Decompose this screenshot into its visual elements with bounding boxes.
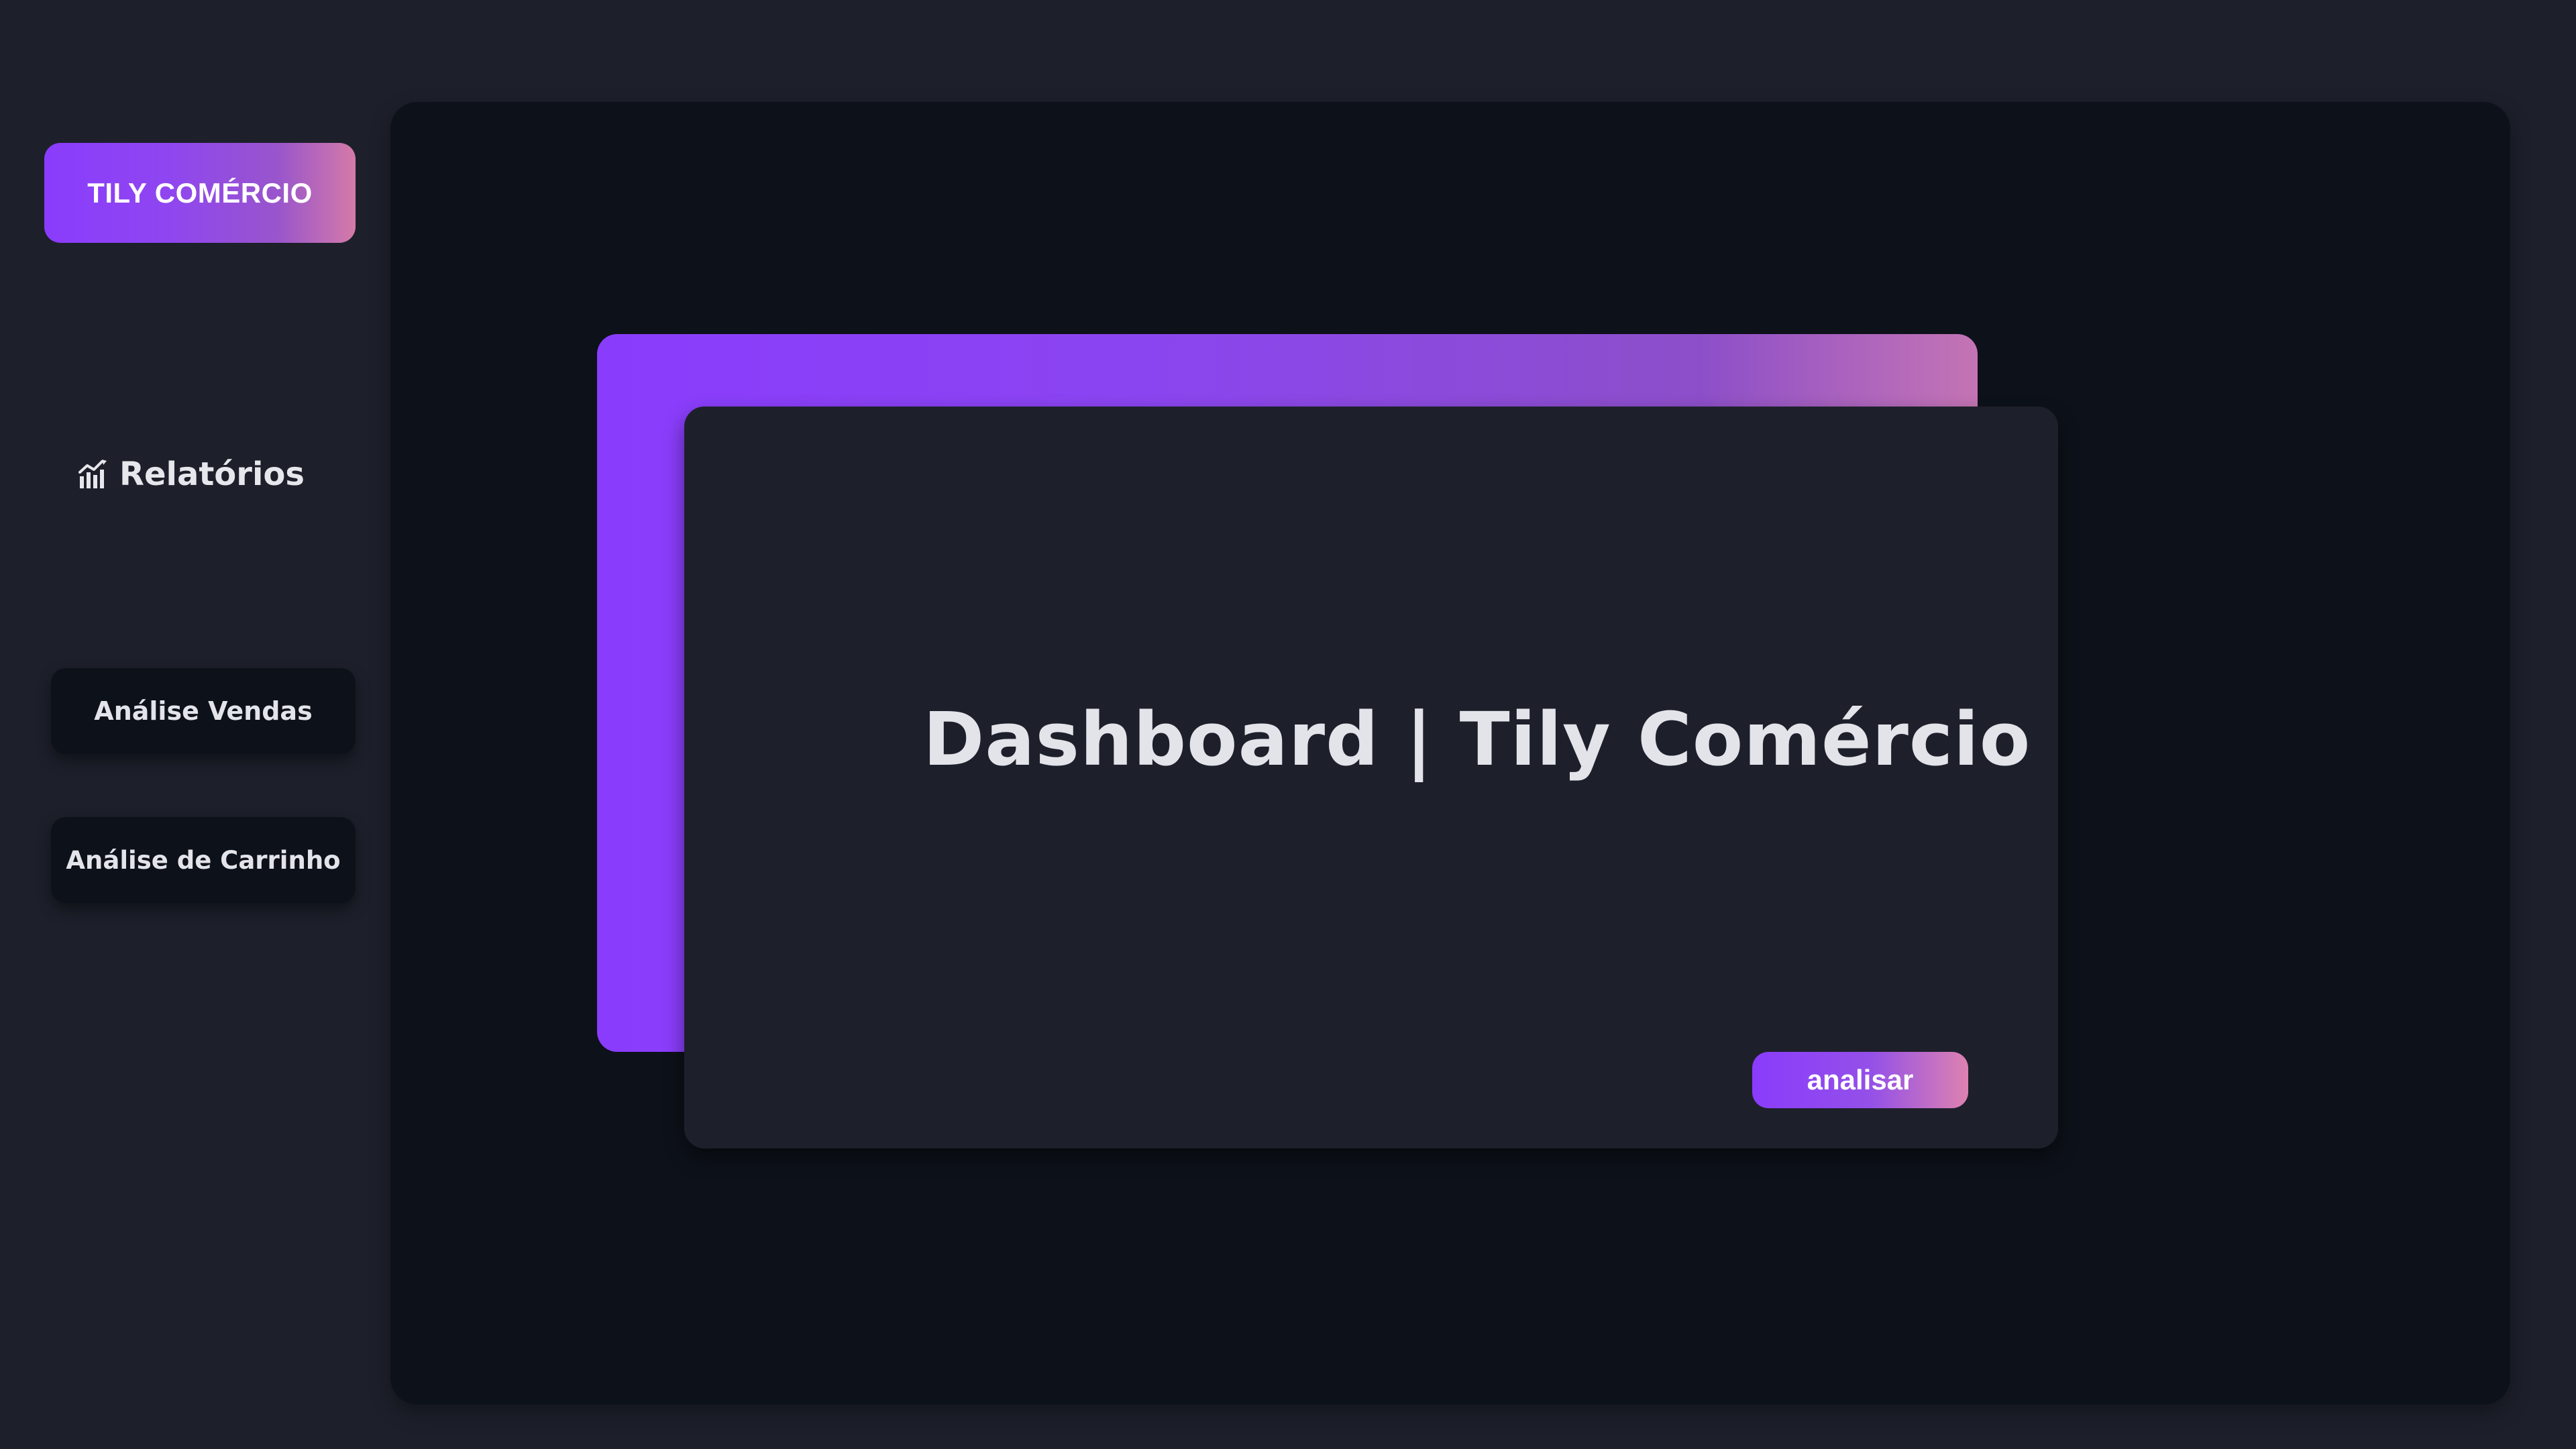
- app-window: TILY COMÉRCIO Relatórios Análise Vendas …: [0, 0, 2576, 1449]
- nav-item-reports-label: Relatórios: [119, 455, 305, 493]
- nav-item-reports[interactable]: Relatórios: [78, 451, 305, 498]
- dashboard-title: Dashboard | Tily Comércio: [923, 696, 2031, 782]
- sales-analysis-button[interactable]: Análise Vendas: [51, 668, 356, 754]
- cart-analysis-button[interactable]: Análise de Carrinho: [51, 817, 356, 903]
- dashboard-card: Dashboard | Tily Comércio analisar: [684, 407, 2058, 1148]
- analyze-button[interactable]: analisar: [1752, 1052, 1968, 1108]
- bar-chart-icon: [78, 459, 109, 490]
- brand-button[interactable]: TILY COMÉRCIO: [44, 143, 356, 243]
